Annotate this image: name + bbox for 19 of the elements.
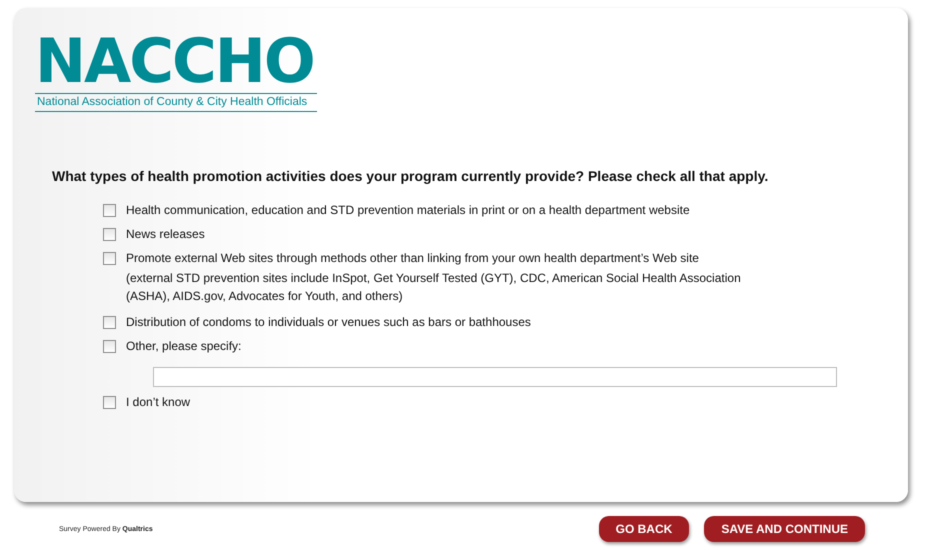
option-label[interactable]: Other, please specify: xyxy=(126,339,242,353)
checkbox[interactable] xyxy=(103,396,116,409)
question-text: What types of health promotion activities does your program currently provide? Please check all that apply. xyxy=(52,168,770,184)
option-label[interactable]: I don’t know xyxy=(126,395,190,409)
option-label[interactable]: Health communication, education and STD prevention materials in print or on a health department website xyxy=(126,203,690,217)
continue-button[interactable]: SAVE AND CONTINUE xyxy=(704,516,865,542)
option-label[interactable]: News releases xyxy=(126,227,205,241)
input-field[interactable] xyxy=(153,367,837,387)
option-note: (external STD prevention sites include InSpot, Get Yourself Tested (GYT), CDC, American Social Health Association (ASHA), AIDS.gov, Advocates for Youth, and others) xyxy=(126,270,742,305)
checkbox[interactable] xyxy=(103,340,116,353)
logo: NACCHO xyxy=(35,33,314,91)
checkbox[interactable] xyxy=(103,228,116,241)
option-label[interactable]: Promote external Web sites through methods other than linking from your own health department’s Web site xyxy=(126,251,756,265)
checkbox[interactable] xyxy=(103,204,116,217)
back-button[interactable]: GO BACK xyxy=(598,516,690,542)
checkbox[interactable] xyxy=(103,252,116,265)
logo-tagline: National Association of County & City Health Officials xyxy=(35,93,317,112)
option-label[interactable]: Distribution of condoms to individuals or venues such as bars or bathhouses xyxy=(126,315,531,329)
checkbox[interactable] xyxy=(103,316,116,329)
